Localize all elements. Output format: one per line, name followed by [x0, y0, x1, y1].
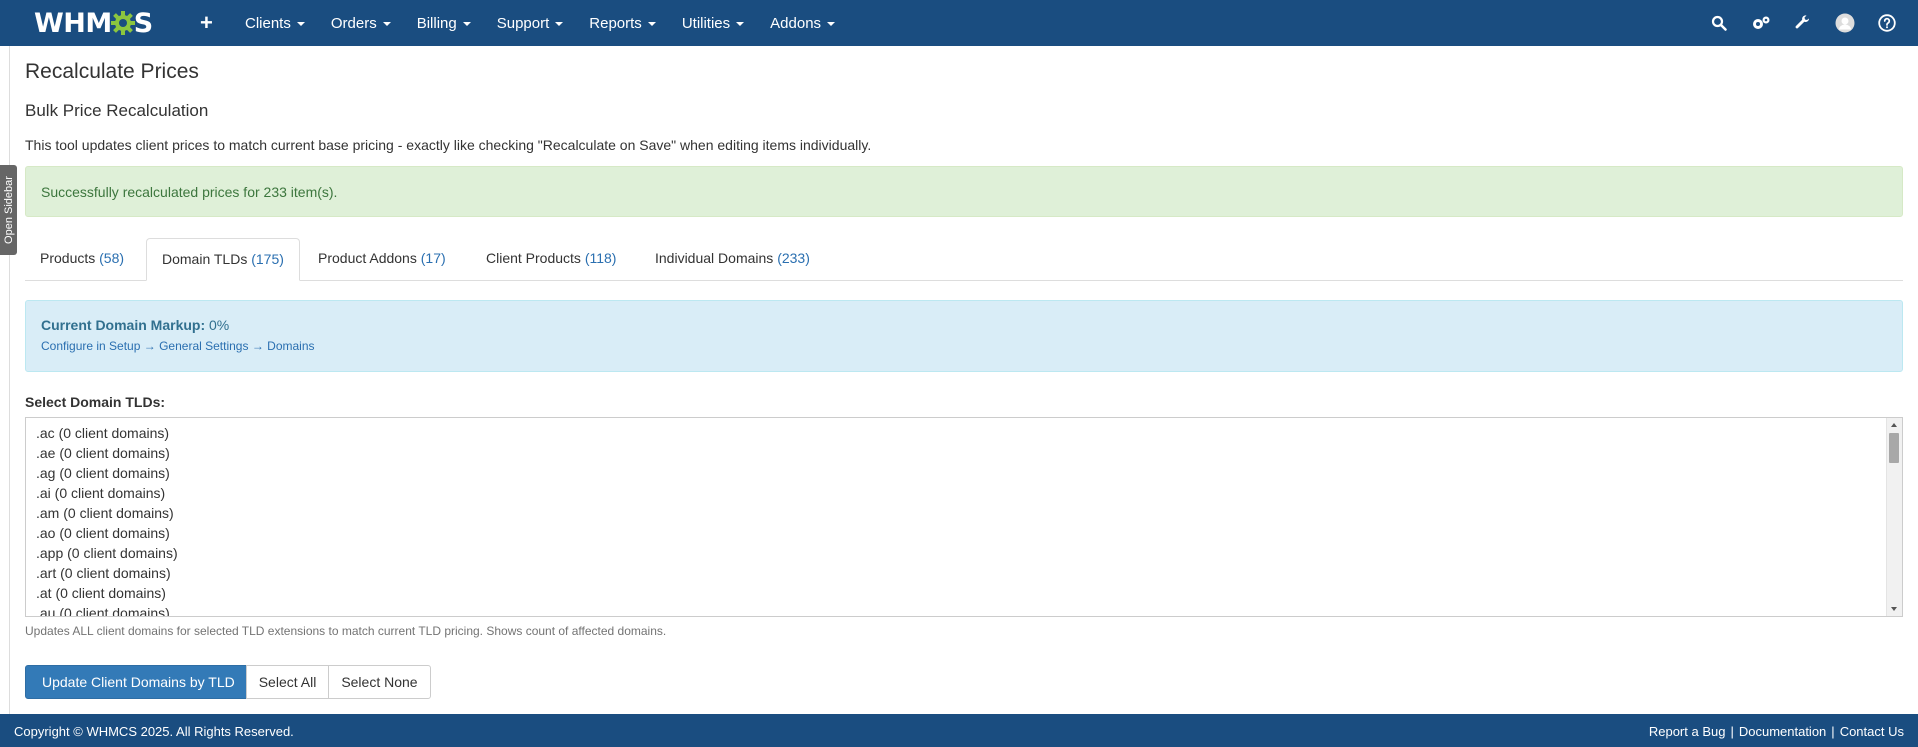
menu-utilities[interactable]: Utilities — [669, 0, 757, 46]
intro-text: This tool updates client prices to match… — [25, 137, 872, 153]
menu-orders[interactable]: Orders — [318, 0, 404, 46]
cogs-icon[interactable] — [1740, 0, 1782, 46]
menu-label: Orders — [330, 14, 377, 32]
tld-option[interactable]: .ag (0 client domains) — [36, 463, 178, 483]
tab-label: Products — [40, 250, 96, 266]
documentation-link[interactable]: Documentation — [1739, 724, 1826, 739]
tab-label: Product Addons — [318, 250, 417, 266]
tab-count: (233) — [777, 250, 810, 266]
help-icon[interactable] — [1866, 0, 1908, 46]
sidebar-toggle-label: Open Sidebar — [2, 176, 15, 244]
general-settings-link[interactable]: General Settings — [159, 339, 248, 353]
tab-product-addons[interactable]: Product Addons (17) — [303, 238, 461, 280]
page-title: Recalculate Prices — [25, 60, 199, 83]
tld-option[interactable]: .app (0 client domains) — [36, 543, 178, 563]
logo-text-right: S — [133, 7, 153, 39]
copyright-text: Copyright © WHMCS 2025. All Rights Reser… — [14, 724, 294, 739]
menu-label: Billing — [416, 14, 457, 32]
caret-down-icon — [382, 22, 391, 26]
arrow-icon: → — [251, 339, 264, 353]
success-message: Successfully recalculated prices for 233… — [41, 184, 338, 200]
select-all-button[interactable]: Select All — [245, 665, 330, 699]
tab-label: Individual Domains — [655, 250, 774, 266]
menu-label: Reports — [589, 14, 642, 32]
section-title: Bulk Price Recalculation — [25, 101, 209, 120]
tab-count: (175) — [251, 251, 284, 267]
footer: Copyright © WHMCS 2025. All Rights Reser… — [0, 714, 1918, 747]
domain-markup-info: Current Domain Markup: 0% Configure in S… — [25, 300, 1903, 372]
update-client-domains-button[interactable]: Update Client Domains by TLD — [25, 665, 247, 699]
menu-billing[interactable]: Billing — [404, 0, 484, 46]
caret-down-icon — [555, 22, 564, 26]
tld-help-text: Updates ALL client domains for selected … — [25, 624, 667, 638]
markup-config-path: Configure in Setup → General Settings → … — [41, 339, 1887, 353]
domains-link[interactable]: Domains — [267, 339, 314, 353]
navbar-right-icons — [1698, 0, 1908, 46]
main-menu: Clients Orders Billing Support Reports U… — [232, 0, 848, 46]
markup-label: Current Domain Markup: — [41, 317, 206, 333]
scroll-thumb[interactable] — [1889, 433, 1899, 463]
whmcs-logo[interactable]: WHM S — [34, 6, 153, 40]
avatar-icon[interactable] — [1824, 0, 1866, 46]
tld-action-buttons: Update Client Domains by TLD Select All … — [25, 665, 431, 699]
tld-option[interactable]: .ae (0 client domains) — [36, 443, 178, 463]
tld-select-label: Select Domain TLDs: — [25, 394, 166, 410]
tab-count: (118) — [584, 250, 617, 266]
tab-client-products[interactable]: Client Products (118) — [471, 238, 631, 280]
select-none-button[interactable]: Select None — [328, 665, 431, 699]
scroll-up-icon[interactable] — [1891, 423, 1897, 427]
caret-down-icon — [296, 22, 305, 26]
tld-option[interactable]: .am (0 client domains) — [36, 503, 178, 523]
tld-option[interactable]: .ao (0 client domains) — [36, 523, 178, 543]
tab-count: (17) — [420, 250, 446, 266]
setup-link[interactable]: Configure in Setup — [41, 339, 140, 353]
menu-reports[interactable]: Reports — [576, 0, 669, 46]
footer-separator: | — [1831, 724, 1835, 739]
scroll-down-icon[interactable] — [1891, 607, 1897, 611]
tab-label: Client Products — [486, 250, 581, 266]
caret-down-icon — [462, 22, 471, 26]
tab-bar: Products (58) Domain TLDs (175) Product … — [25, 238, 1903, 281]
menu-clients[interactable]: Clients — [232, 0, 318, 46]
content-left-border — [9, 46, 10, 714]
menu-label: Utilities — [681, 14, 731, 32]
tld-option[interactable]: .art (0 client domains) — [36, 563, 178, 583]
open-sidebar-toggle[interactable]: Open Sidebar — [0, 165, 17, 255]
success-alert: Successfully recalculated prices for 233… — [25, 166, 1903, 217]
tab-individual-domains[interactable]: Individual Domains (233) — [640, 238, 825, 280]
quick-add-button[interactable]: + — [200, 10, 213, 36]
markup-value: 0% — [209, 317, 230, 333]
menu-label: Support — [496, 14, 550, 32]
tab-domain-tlds[interactable]: Domain TLDs (175) — [146, 238, 300, 281]
wrench-icon[interactable] — [1782, 0, 1824, 46]
tab-products[interactable]: Products (58) — [25, 238, 139, 280]
menu-support[interactable]: Support — [484, 0, 577, 46]
tld-option[interactable]: .ai (0 client domains) — [36, 483, 178, 503]
contact-us-link[interactable]: Contact Us — [1840, 724, 1904, 739]
caret-down-icon — [647, 22, 656, 26]
arrow-icon: → — [143, 339, 156, 353]
caret-down-icon — [736, 22, 745, 26]
tld-list-scrollbar[interactable] — [1886, 418, 1902, 616]
tab-count: (58) — [99, 250, 125, 266]
tld-multiselect[interactable]: .ac (0 client domains) .ae (0 client dom… — [25, 417, 1903, 617]
footer-separator: | — [1730, 724, 1734, 739]
menu-addons[interactable]: Addons — [757, 0, 848, 46]
menu-label: Addons — [770, 14, 822, 32]
tld-option[interactable]: .ac (0 client domains) — [36, 423, 178, 443]
tld-options: .ac (0 client domains) .ae (0 client dom… — [36, 423, 178, 616]
logo-gear-icon — [110, 11, 135, 35]
search-icon[interactable] — [1698, 0, 1740, 46]
tld-option[interactable]: .au (0 client domains) — [36, 603, 178, 616]
tab-label: Domain TLDs — [162, 251, 248, 267]
footer-links: Report a Bug | Documentation | Contact Us — [1649, 724, 1904, 739]
top-navbar: WHM S + Clients Orders Billing Support R… — [0, 0, 1918, 46]
menu-label: Clients — [245, 14, 291, 32]
report-bug-link[interactable]: Report a Bug — [1649, 724, 1726, 739]
caret-down-icon — [827, 22, 836, 26]
logo-text-left: WHM — [34, 7, 112, 39]
tld-option[interactable]: .at (0 client domains) — [36, 583, 178, 603]
